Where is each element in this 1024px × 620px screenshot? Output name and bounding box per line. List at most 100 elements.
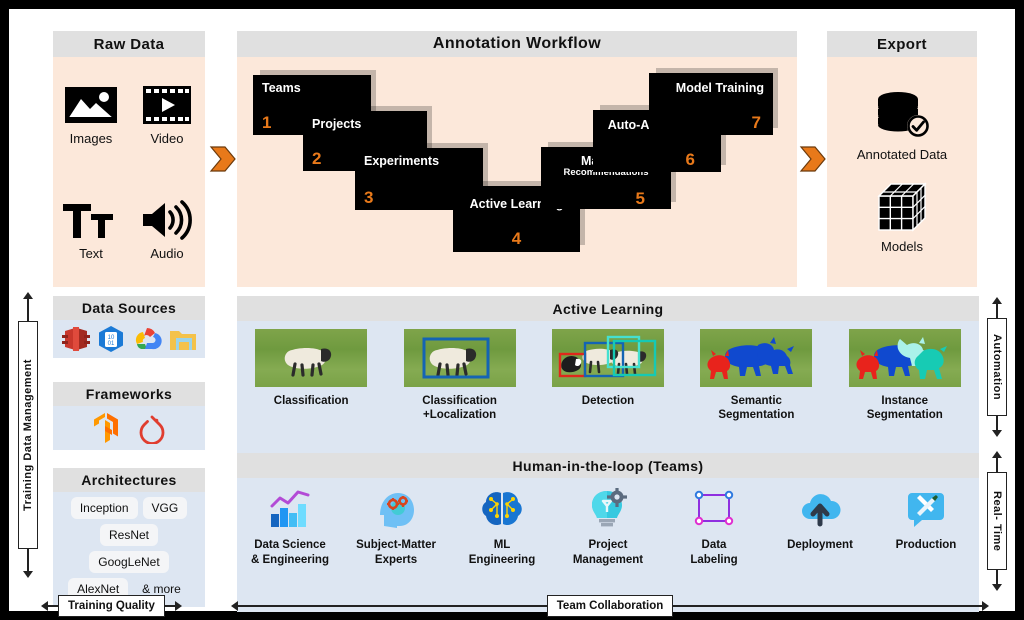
architectures-panel: Architectures Inception VGG ResNet GoogL… xyxy=(53,468,205,607)
hitl-label: Production xyxy=(895,539,957,551)
text-tt-icon xyxy=(63,204,113,238)
axis-real-time: Real- Time xyxy=(987,451,1007,591)
raw-data-title: Raw Data xyxy=(53,31,205,57)
tensorflow-icon[interactable] xyxy=(91,412,121,444)
video-film-icon xyxy=(143,86,191,124)
raw-data-item-text[interactable]: Text xyxy=(61,198,121,261)
active-learning-label: Semantic Segmentation xyxy=(718,395,795,422)
hitl-label: Data Labeling xyxy=(690,539,738,566)
axis-label-real-time: Real- Time xyxy=(987,471,1007,571)
local-folder-icon[interactable] xyxy=(168,324,198,354)
architecture-chip-resnet[interactable]: ResNet xyxy=(99,524,158,546)
annotation-workflow-body: Teams 1 Projects 2 Experiments 3 Active … xyxy=(237,57,797,287)
hitl-item-data-labeling[interactable]: Data Labeling xyxy=(665,488,763,568)
active-learning-item-classification[interactable]: Classification xyxy=(249,329,373,408)
sheep-thumbnail-localization xyxy=(403,329,516,387)
raw-data-body: Images Video Text Audio xyxy=(53,57,205,287)
axis-team-collaboration: Team Collaboration xyxy=(231,595,989,617)
chevron-right-raw-to-workflow xyxy=(209,144,237,179)
head-gears-icon xyxy=(380,493,414,528)
architecture-chip-inception[interactable]: Inception xyxy=(70,497,138,519)
lightbulb-gear-icon xyxy=(592,488,627,527)
arrow-down-icon xyxy=(992,584,1002,591)
workflow-card-title: Projects xyxy=(312,117,362,131)
workflow-card-title: Experiments xyxy=(364,154,440,168)
architectures-body: Inception VGG ResNet GoogLeNet AlexNet &… xyxy=(53,492,205,607)
sheep-thumbnail-detection xyxy=(551,329,664,387)
arrow-left-icon xyxy=(41,601,48,611)
raw-data-label: Text xyxy=(79,246,103,261)
cube-blocks-icon xyxy=(877,182,927,232)
sheep-thumbnail-instance xyxy=(848,329,961,387)
bar-chart-trend-icon xyxy=(270,490,310,527)
hitl-item-deployment[interactable]: Deployment xyxy=(771,488,869,553)
workflow-card-7[interactable]: Model Training 7 xyxy=(649,73,773,135)
frameworks-panel: Frameworks xyxy=(53,382,205,450)
google-cloud-icon[interactable] xyxy=(131,324,163,354)
raw-data-label: Images xyxy=(69,131,113,146)
export-label: Annotated Data xyxy=(856,147,948,162)
export-item-models[interactable]: Models xyxy=(873,180,931,254)
architectures-title: Architectures xyxy=(53,468,205,492)
arrow-right-icon xyxy=(982,601,989,611)
hitl-label: Subject-Matter Experts xyxy=(356,539,436,566)
sheep-thumbnail-classification xyxy=(255,329,368,387)
data-sources-title: Data Sources xyxy=(53,296,205,320)
export-label: Models xyxy=(881,239,923,254)
hitl-item-ml-engineering[interactable]: ML Engineering xyxy=(453,488,551,568)
axis-automation: Automation xyxy=(987,297,1007,437)
frameworks-body xyxy=(53,406,205,450)
active-learning-item-semantic-segmentation[interactable]: Semantic Segmentation xyxy=(694,329,818,423)
export-item-annotated-data[interactable]: Annotated Data xyxy=(857,90,947,162)
aws-s3-icon[interactable] xyxy=(61,324,91,354)
raw-data-item-video[interactable]: Video xyxy=(142,83,192,146)
axis-label-training-quality: Training Quality xyxy=(58,595,165,617)
data-sources-panel: Data Sources 10 01 xyxy=(53,296,205,358)
raw-data-item-images[interactable]: Images xyxy=(63,83,119,146)
export-title: Export xyxy=(827,31,977,57)
diagram-canvas: Raw Data Images Video Text Audio Annotat… xyxy=(9,9,1015,617)
export-panel: Export Annotated Data Models xyxy=(827,31,977,287)
axis-label-training-data-management: Training Data Management xyxy=(18,321,38,549)
pytorch-icon[interactable] xyxy=(137,412,167,444)
workflow-card-number: 4 xyxy=(511,229,522,248)
axis-label-team-collaboration: Team Collaboration xyxy=(546,595,674,617)
active-learning-label: Classification xyxy=(273,395,349,407)
hitl-item-data-science[interactable]: Data Science & Engineering xyxy=(241,488,339,568)
export-body: Annotated Data Models xyxy=(827,57,977,287)
active-learning-item-instance-segmentation[interactable]: Instance Segmentation xyxy=(843,329,967,423)
raw-data-panel: Raw Data Images Video Text Audio xyxy=(53,31,205,287)
architecture-chip-googlenet[interactable]: GoogLeNet xyxy=(89,551,169,573)
chevron-right-workflow-to-export xyxy=(799,144,827,179)
workflow-card-number: 5 xyxy=(635,189,645,208)
active-learning-item-classification-localization[interactable]: Classification +Localization xyxy=(398,329,522,423)
arrow-right-icon xyxy=(174,601,182,611)
architecture-chip-vgg[interactable]: VGG xyxy=(142,497,188,519)
active-learning-body: Classification Classification +Localizat… xyxy=(237,321,979,454)
active-learning-item-detection[interactable]: Detection xyxy=(546,329,670,408)
azure-blob-storage-icon[interactable]: 10 01 xyxy=(96,324,126,354)
arrow-down-icon xyxy=(992,430,1002,437)
raw-data-label: Audio xyxy=(150,246,184,261)
workflow-card-title: Model Training xyxy=(675,81,764,95)
hitl-label: Data Science & Engineering xyxy=(251,539,329,566)
axis-training-quality: Training Quality xyxy=(41,595,211,617)
arrow-up-icon xyxy=(992,297,1002,304)
raw-data-item-audio[interactable]: Audio xyxy=(139,198,195,261)
hitl-item-subject-matter-experts[interactable]: Subject-Matter Experts xyxy=(347,488,445,568)
active-learning-label: Detection xyxy=(581,395,635,407)
workflow-card-number: 2 xyxy=(312,149,322,168)
workflow-card-title: Teams xyxy=(262,81,301,95)
hitl-item-project-management[interactable]: Project Management xyxy=(559,488,657,568)
arrow-up-icon xyxy=(992,451,1002,458)
hitl-item-production[interactable]: Production xyxy=(877,488,975,553)
workflow-card-number: 3 xyxy=(364,188,374,207)
tools-wrench-screwdriver-icon xyxy=(908,493,944,527)
hitl-label: ML Engineering xyxy=(468,539,536,566)
bounding-box-icon xyxy=(694,490,734,526)
active-learning-label: Instance Segmentation xyxy=(866,395,943,422)
arrow-down-icon xyxy=(23,571,33,578)
arrow-left-icon xyxy=(231,601,238,611)
axis-training-data-management: Training Data Management xyxy=(18,292,38,592)
hitl-label: Project Management xyxy=(572,539,644,566)
